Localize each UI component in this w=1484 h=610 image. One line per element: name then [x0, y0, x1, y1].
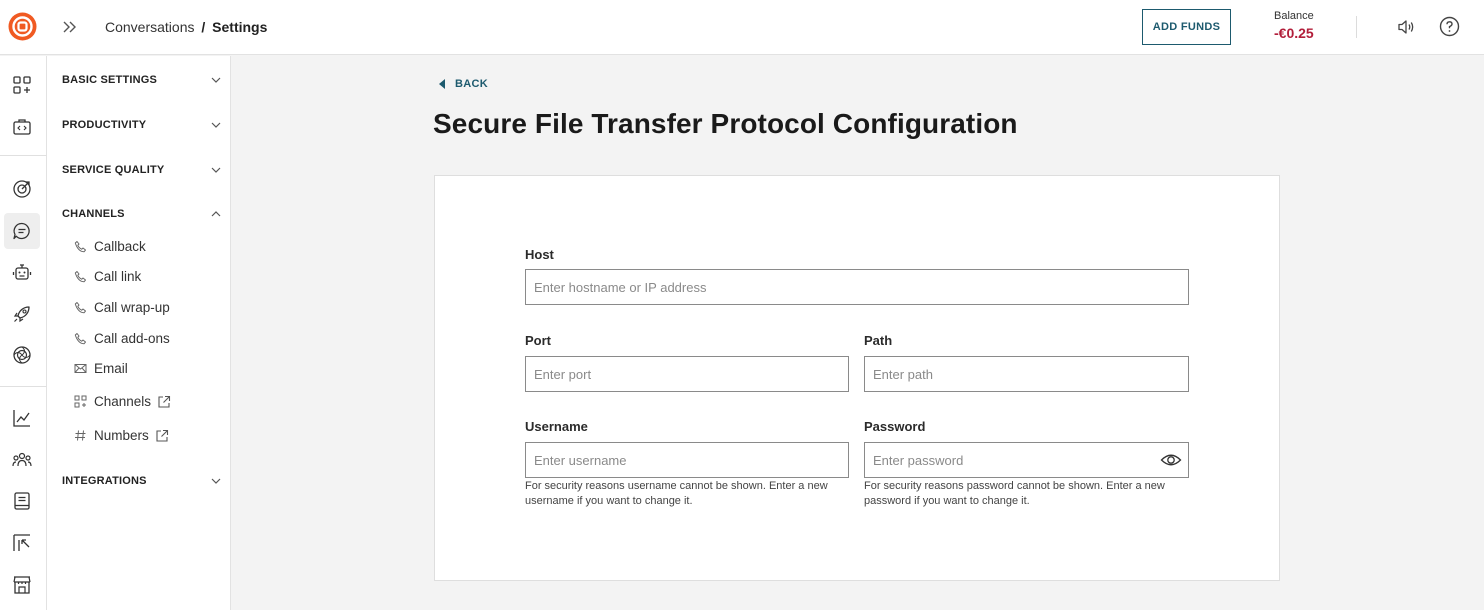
back-arrow-icon: [439, 79, 445, 89]
rail-divider: [0, 155, 47, 156]
envelope-icon: [74, 364, 87, 373]
help-icon[interactable]: [1439, 16, 1460, 37]
header-divider: [1356, 16, 1357, 38]
breadcrumb-separator: /: [201, 19, 206, 35]
username-input[interactable]: [525, 442, 849, 478]
section-basic-settings[interactable]: BASIC SETTINGS: [62, 74, 222, 86]
section-integrations[interactable]: INTEGRATIONS: [62, 475, 222, 487]
target-icon[interactable]: [11, 178, 33, 200]
breadcrumb-parent[interactable]: Conversations: [105, 19, 195, 35]
apps-add-icon: [74, 395, 87, 408]
section-label: BASIC SETTINGS: [62, 74, 158, 86]
username-label: Username: [525, 419, 588, 434]
chat-icon[interactable]: [11, 220, 33, 242]
expand-sidebar-icon[interactable]: [60, 17, 80, 37]
sidebar-item-email[interactable]: Email: [74, 361, 128, 376]
section-label: SERVICE QUALITY: [62, 164, 165, 176]
phone-icon: [74, 271, 86, 283]
icon-rail: [0, 56, 47, 610]
sidebar-item-label: Call link: [94, 269, 142, 284]
port-label: Port: [525, 333, 551, 348]
top-bar: Conversations / Settings ADD FUNDS Balan…: [0, 0, 1484, 55]
section-service-quality[interactable]: SERVICE QUALITY: [62, 164, 222, 176]
section-label: CHANNELS: [62, 208, 125, 220]
robot-icon[interactable]: [11, 261, 33, 283]
sftp-config-card: Host Port Path Username For security rea…: [434, 175, 1280, 581]
section-channels[interactable]: CHANNELS: [62, 208, 222, 220]
sidebar-item-label: Call add-ons: [94, 331, 170, 346]
analytics-chart-icon[interactable]: [11, 407, 33, 429]
sidebar-item-call-link[interactable]: Call link: [74, 269, 141, 284]
sidebar-item-call-add-ons[interactable]: Call add-ons: [74, 331, 170, 346]
apps-add-icon[interactable]: [11, 74, 33, 96]
phone-icon: [74, 241, 86, 253]
sidebar-item-numbers[interactable]: Numbers: [74, 428, 169, 443]
ai-swirl-icon[interactable]: [11, 344, 33, 366]
rail-divider: [0, 386, 47, 387]
sidebar-item-label: Email: [94, 361, 128, 376]
section-label: PRODUCTIVITY: [62, 119, 147, 131]
password-label: Password: [864, 419, 926, 434]
username-help-text: For security reasons username cannot be …: [525, 480, 828, 507]
phone-icon: [74, 333, 86, 345]
password-input[interactable]: [864, 442, 1189, 478]
settings-sidebar: BASIC SETTINGS PRODUCTIVITY SERVICE QUAL…: [47, 56, 231, 610]
brand-logo-icon[interactable]: [8, 12, 37, 41]
sidebar-item-label: Channels: [94, 394, 152, 409]
balance-label: Balance: [1274, 10, 1314, 22]
host-input[interactable]: [525, 269, 1189, 305]
breadcrumb: Conversations / Settings: [105, 19, 267, 35]
chevron-down-icon: [211, 77, 221, 83]
book-icon[interactable]: [11, 490, 33, 512]
speaker-icon[interactable]: [1396, 17, 1416, 37]
back-link[interactable]: BACK: [439, 78, 488, 90]
people-icon[interactable]: [11, 449, 33, 471]
rocket-icon[interactable]: [11, 303, 33, 325]
balance-display: Balance -€0.25: [1274, 10, 1314, 41]
external-link-icon: [158, 395, 171, 408]
host-label: Host: [525, 247, 554, 262]
sidebar-item-label: Numbers: [94, 428, 149, 443]
balance-value: -€0.25: [1274, 25, 1314, 41]
sidebar-item-label: Call wrap-up: [94, 300, 170, 315]
chevron-down-icon: [211, 167, 221, 173]
back-label: BACK: [455, 78, 488, 90]
breadcrumb-current: Settings: [212, 19, 268, 35]
export-icon[interactable]: [11, 532, 33, 554]
chevron-down-icon: [211, 478, 221, 484]
sidebar-item-call-wrap-up[interactable]: Call wrap-up: [74, 300, 170, 315]
sidebar-item-channels[interactable]: Channels: [74, 394, 171, 409]
store-icon[interactable]: [11, 574, 33, 596]
code-briefcase-icon[interactable]: [11, 116, 33, 138]
add-funds-button[interactable]: ADD FUNDS: [1142, 9, 1231, 45]
section-productivity[interactable]: PRODUCTIVITY: [62, 119, 222, 131]
page-title: Secure File Transfer Protocol Configurat…: [433, 108, 1018, 139]
sidebar-item-label: Callback: [94, 239, 146, 254]
hash-icon: [75, 430, 86, 441]
password-help-text: For security reasons password cannot be …: [864, 480, 1165, 507]
chevron-up-icon: [211, 211, 221, 217]
external-link-icon: [156, 429, 168, 442]
port-input[interactable]: [525, 356, 849, 392]
phone-icon: [74, 302, 86, 314]
show-password-eye-icon[interactable]: [1160, 449, 1182, 471]
chevron-down-icon: [211, 122, 221, 128]
path-label: Path: [864, 333, 893, 348]
sidebar-item-callback[interactable]: Callback: [74, 239, 146, 254]
path-input[interactable]: [864, 356, 1189, 392]
section-label: INTEGRATIONS: [62, 475, 147, 487]
